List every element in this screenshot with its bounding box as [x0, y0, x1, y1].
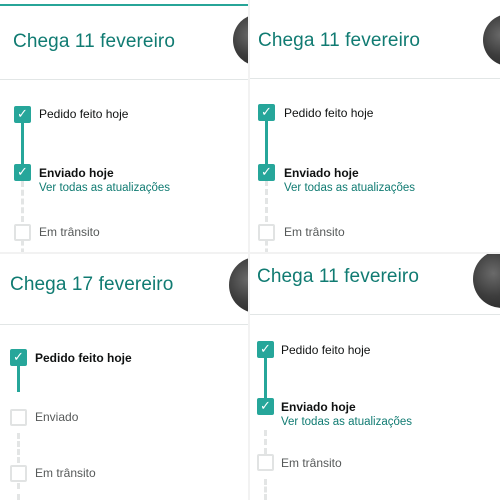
collage-divider-horizontal [0, 252, 500, 254]
view-all-updates-link[interactable]: Ver todas as atualizações [281, 416, 412, 428]
step-label: Pedido feito hoje [281, 343, 371, 357]
step-label: Em trânsito [35, 466, 96, 480]
checkmark-icon: ✓ [14, 106, 31, 123]
step-label: Em trânsito [39, 225, 100, 239]
progress-line-pending [265, 240, 268, 252]
step-label: Pedido feito hoje [284, 106, 374, 120]
header-separator [0, 324, 248, 325]
progress-line-pending [264, 479, 267, 500]
progress-line-pending [265, 180, 268, 222]
product-thumbnail[interactable] [229, 257, 248, 313]
checkmark-icon: ✓ [258, 164, 275, 181]
progress-line-active [17, 366, 20, 392]
empty-checkbox-icon [10, 465, 27, 482]
step-label: Em trânsito [281, 456, 342, 470]
header-separator [250, 314, 500, 315]
step-label: Enviado [35, 410, 79, 424]
product-thumbnail[interactable] [483, 14, 500, 66]
progress-line-pending [21, 240, 24, 252]
checkmark-icon: ✓ [10, 349, 27, 366]
card-top-accent [0, 4, 248, 6]
empty-checkbox-icon [10, 409, 27, 426]
progress-line-pending [17, 433, 20, 463]
delivery-title: Chega 17 fevereiro [10, 274, 174, 295]
empty-checkbox-icon [257, 454, 274, 471]
delivery-title: Chega 11 fevereiro [13, 31, 175, 52]
view-all-updates-link[interactable]: Ver todas as atualizações [39, 182, 170, 194]
step-label-current: Enviado hoje [284, 166, 359, 180]
tracking-card-4: Chega 11 fevereiro ✓ Pedido feito hoje ✓… [250, 254, 500, 500]
delivery-title: Chega 11 fevereiro [258, 30, 420, 51]
tracking-card-2: Chega 11 fevereiro ✓ Pedido feito hoje ✓… [250, 0, 500, 252]
collage-divider-vertical [248, 0, 250, 500]
product-thumbnail[interactable] [233, 14, 248, 66]
step-label-current: Enviado hoje [281, 400, 356, 414]
progress-line-pending [21, 181, 24, 222]
header-separator [250, 78, 500, 79]
empty-checkbox-icon [258, 224, 275, 241]
progress-line-pending [17, 483, 20, 500]
tracking-card-1: Chega 11 fevereiro ✓ Pedido feito hoje ✓… [0, 0, 248, 252]
step-label-current: Pedido feito hoje [35, 351, 132, 365]
checkmark-icon: ✓ [257, 398, 274, 415]
step-label: Em trânsito [284, 225, 345, 239]
empty-checkbox-icon [14, 224, 31, 241]
view-all-updates-link[interactable]: Ver todas as atualizações [284, 182, 415, 194]
progress-line-active [265, 120, 268, 170]
progress-line-pending [264, 430, 267, 454]
checkmark-icon: ✓ [14, 164, 31, 181]
step-label: Pedido feito hoje [39, 107, 129, 121]
header-separator [0, 79, 248, 80]
checkmark-icon: ✓ [257, 341, 274, 358]
tracking-card-3: Chega 17 fevereiro ✓ Pedido feito hoje E… [0, 254, 248, 500]
checkmark-icon: ✓ [258, 104, 275, 121]
product-thumbnail[interactable] [473, 254, 500, 308]
delivery-title: Chega 11 fevereiro [257, 266, 419, 287]
step-label-current: Enviado hoje [39, 166, 114, 180]
